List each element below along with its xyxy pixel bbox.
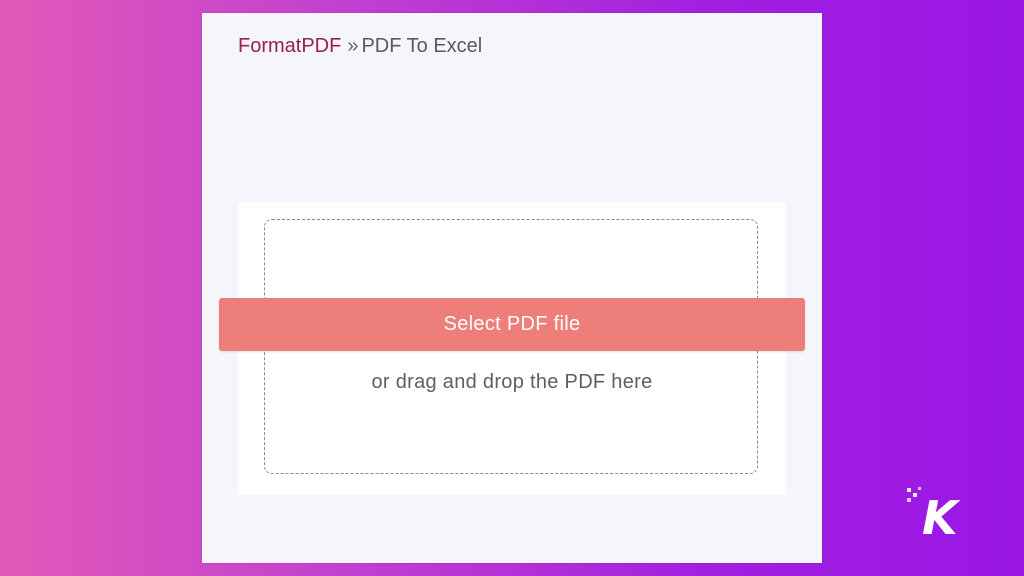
breadcrumb-home-link[interactable]: FormatPDF — [238, 35, 341, 57]
breadcrumb: FormatPDF » PDF To Excel — [238, 35, 482, 58]
select-pdf-button[interactable]: Select PDF file — [219, 298, 805, 351]
converter-panel: FormatPDF » PDF To Excel Select PDF file o… — [202, 13, 822, 563]
breadcrumb-separator: » — [347, 35, 359, 57]
breadcrumb-current-page: PDF To Excel — [361, 35, 483, 57]
k-logo-letter: K — [922, 491, 961, 540]
drag-drop-hint: or drag and drop the PDF here — [371, 371, 653, 393]
k-logo-watermark: K — [907, 487, 961, 540]
